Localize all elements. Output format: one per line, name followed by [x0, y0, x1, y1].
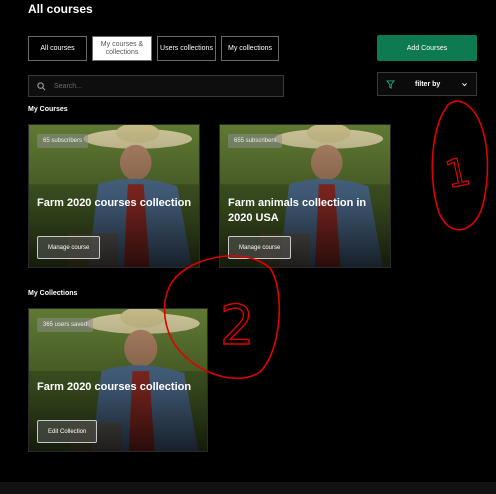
tab-all-courses[interactable]: All courses — [28, 36, 87, 61]
tab-users-collections[interactable]: Users collections — [157, 36, 216, 61]
search-placeholder: Search... — [54, 82, 83, 90]
add-courses-button[interactable]: Add Courses — [377, 35, 477, 61]
page-title: All courses — [28, 2, 93, 16]
chevron-down-icon — [462, 82, 467, 86]
manage-course-button[interactable]: Manage course — [228, 236, 292, 259]
filter-label: filter by — [415, 80, 441, 88]
edit-collection-button[interactable]: Edit Collection — [37, 420, 98, 443]
annotation-label-2: 2 — [220, 294, 254, 357]
bottom-bar — [0, 482, 496, 494]
filter-dropdown[interactable]: filter by — [377, 72, 477, 96]
section-title-my-courses: My Courses — [28, 106, 68, 113]
search-icon — [37, 81, 46, 90]
course-title: Farm 2020 courses collection — [37, 197, 192, 209]
search-input[interactable]: Search... — [28, 75, 284, 97]
collection-card[interactable]: 365 users saved Farm 2020 courses collec… — [28, 308, 208, 452]
subscriber-badge: 655 subscribers — [228, 134, 283, 148]
annotation-circle-1 — [431, 100, 489, 231]
collection-title: Farm 2020 courses collection — [37, 381, 192, 393]
subscriber-badge: 65 subscribers — [37, 134, 89, 148]
section-title-my-collections: My Collections — [28, 290, 78, 297]
manage-course-button[interactable]: Manage course — [37, 236, 101, 259]
annotation-label-1: 1 — [441, 149, 474, 197]
filter-icon — [386, 79, 395, 89]
course-card[interactable]: 655 subscribers Farm animals collection … — [219, 124, 391, 268]
course-card[interactable]: 65 subscribers Farm 2020 courses collect… — [28, 124, 200, 268]
tab-my-courses-collections[interactable]: My courses & collections — [92, 36, 152, 61]
course-title: Farm animals collection in 2020 USA — [228, 197, 367, 224]
saved-badge: 365 users saved — [37, 318, 94, 332]
tab-my-collections[interactable]: My collections — [221, 36, 279, 61]
